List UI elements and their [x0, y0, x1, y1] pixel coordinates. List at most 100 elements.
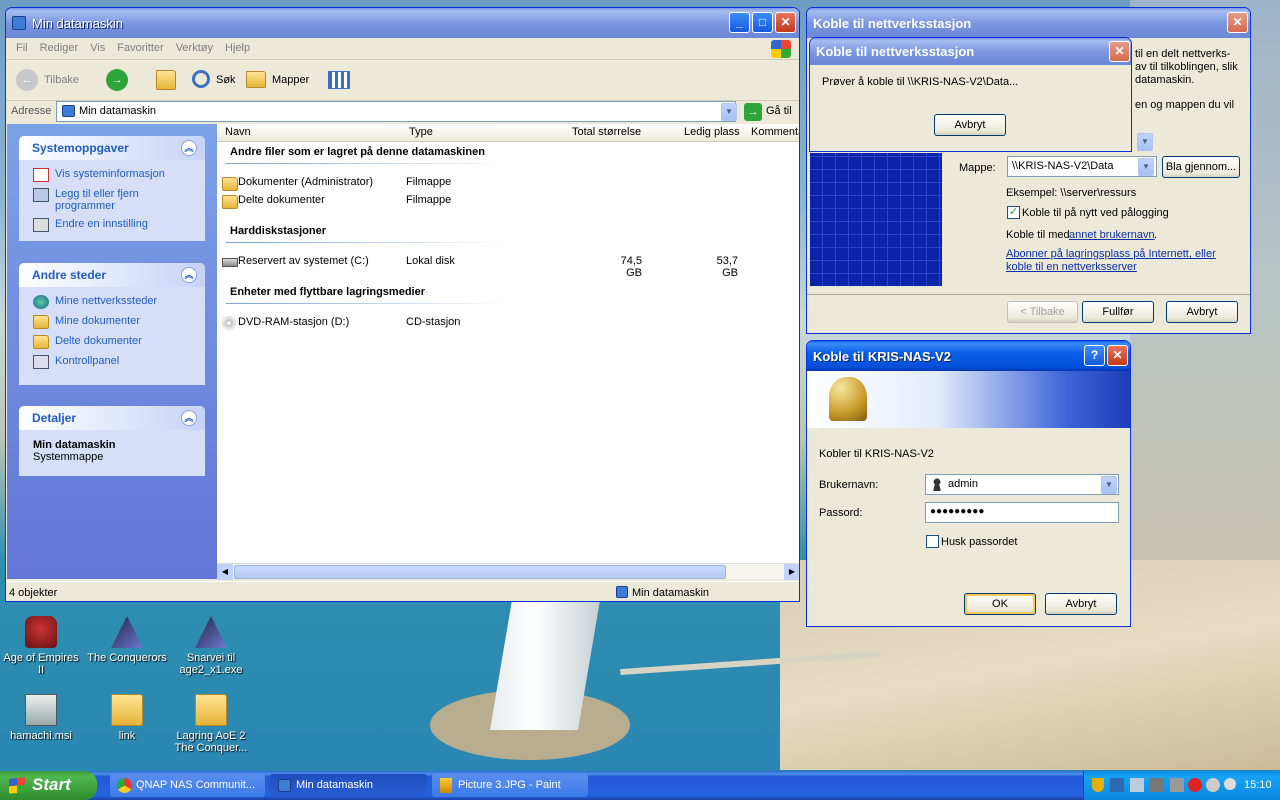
menu-view[interactable]: Vis — [84, 38, 111, 59]
details-header[interactable]: Detaljer ︽ — [19, 406, 205, 430]
scroll-right-arrow-icon[interactable]: ▶ — [784, 564, 799, 580]
search-button-label[interactable]: Søk — [216, 74, 236, 86]
login-cancel-button[interactable]: Avbryt — [1045, 593, 1117, 615]
taskbar-item-paint[interactable]: Picture 3.JPG - Paint — [432, 774, 588, 797]
connecting-text: Kobler til KRIS-NAS-V2 — [819, 448, 934, 460]
drive-dropdown-button[interactable]: ▼ — [1137, 133, 1153, 151]
system-tasks-header[interactable]: Systemoppgaver ︽ — [19, 136, 205, 160]
collapse-chevron-icon[interactable]: ︽ — [181, 410, 197, 426]
wizard-back-button[interactable]: < Tilbake — [1007, 301, 1078, 323]
reconnect-label[interactable]: Koble til på nytt ved pålogging — [1022, 207, 1169, 219]
file-row[interactable]: DVD-RAM-stasjon (D:) CD-stasjon — [222, 316, 792, 332]
go-arrow-icon[interactable]: → — [744, 103, 762, 121]
antivirus-icon[interactable] — [1188, 778, 1202, 792]
go-button-label[interactable]: Gå til — [766, 105, 792, 117]
up-folder-icon[interactable] — [156, 70, 176, 90]
subscribe-storage-link[interactable]: Abonner på lagringsplass på Internett, e… — [1006, 248, 1231, 274]
back-button-label[interactable]: Tilbake — [44, 74, 79, 86]
progress-cancel-button[interactable]: Avbryt — [934, 114, 1006, 136]
speaker-icon[interactable] — [1206, 778, 1220, 792]
ok-button[interactable]: OK — [964, 593, 1036, 615]
column-total-size[interactable]: Total størrelse — [572, 126, 641, 138]
place-network[interactable]: Mine nettverkssteder — [19, 287, 205, 312]
taskbar-item-explorer[interactable]: Min datamaskin — [270, 774, 427, 797]
place-my-documents[interactable]: Mine dokumenter — [19, 312, 205, 332]
desktop-icon-aoe2-saves[interactable]: Lagring AoE 2 The Conquer... — [171, 694, 251, 754]
views-icon[interactable] — [328, 71, 350, 89]
volume-icon[interactable] — [1130, 778, 1144, 792]
usb-icon[interactable] — [1170, 778, 1184, 792]
computer-icon — [62, 105, 75, 117]
file-row[interactable]: Reservert av systemet (C:) Lokal disk 74… — [222, 255, 792, 279]
desktop-icon-aoe2[interactable]: Age of Empires II — [1, 616, 81, 676]
network-icon[interactable] — [1110, 778, 1124, 792]
taskbar-item-browser[interactable]: QNAP NAS Communit... — [110, 774, 265, 797]
wizard-cancel-button[interactable]: Avbryt — [1166, 301, 1238, 323]
address-dropdown-button[interactable]: ▼ — [721, 103, 737, 121]
column-free-space[interactable]: Ledig plass — [684, 126, 740, 138]
maximize-button[interactable]: □ — [752, 12, 773, 33]
task-view-system-info[interactable]: Vis systeminformasjon — [19, 160, 205, 185]
desktop-icon-link[interactable]: link — [87, 694, 167, 742]
address-input[interactable]: Min datamaskin — [56, 101, 736, 122]
forward-arrow-icon[interactable]: → — [106, 69, 128, 91]
start-button[interactable]: Start — [0, 771, 97, 800]
folder-input[interactable]: \\KRIS-NAS-V2\Data — [1007, 156, 1157, 177]
menu-favorites[interactable]: Favoritter — [111, 38, 169, 59]
scroll-left-arrow-icon[interactable]: ◀ — [217, 564, 233, 580]
place-control-panel[interactable]: Kontrollpanel — [19, 352, 205, 372]
hamachi-tray-icon[interactable] — [1150, 778, 1164, 792]
file-row[interactable]: Dokumenter (Administrator) Filmappe — [222, 176, 792, 192]
security-shield-icon[interactable] — [1092, 778, 1104, 792]
browse-button[interactable]: Bla gjennom... — [1162, 156, 1240, 178]
column-comment[interactable]: Kommenta — [751, 126, 799, 138]
folder-dropdown-button[interactable]: ▼ — [1138, 158, 1154, 176]
folders-icon[interactable] — [246, 71, 266, 88]
close-button[interactable]: ✕ — [775, 12, 796, 33]
menu-tools[interactable]: Verktøy — [170, 38, 219, 59]
search-icon[interactable] — [192, 70, 210, 88]
desktop-icon-hamachi[interactable]: hamachi.msi — [1, 694, 81, 742]
username-field[interactable]: admin — [925, 474, 1119, 495]
minimize-button[interactable]: _ — [729, 12, 750, 33]
collapse-chevron-icon[interactable]: ︽ — [181, 267, 197, 283]
other-username-link[interactable]: annet brukernavn — [1069, 229, 1155, 241]
help-button[interactable]: ? — [1084, 345, 1105, 366]
column-name[interactable]: Navn — [225, 126, 251, 138]
close-button[interactable]: ✕ — [1107, 345, 1128, 366]
network-icon — [33, 295, 49, 309]
horizontal-scrollbar[interactable]: ◀ ▶ — [217, 563, 799, 580]
desktop-icon-conquerors[interactable]: The Conquerors — [87, 616, 167, 664]
close-button[interactable]: ✕ — [1109, 41, 1130, 62]
folder-icon — [111, 694, 143, 726]
wizard-finish-button[interactable]: Fullfør — [1082, 301, 1154, 323]
close-button[interactable]: ✕ — [1227, 12, 1248, 33]
username-dropdown-button[interactable]: ▼ — [1101, 476, 1117, 494]
menu-file[interactable]: Fil — [10, 38, 34, 59]
gear-icon[interactable] — [1224, 778, 1236, 790]
task-add-remove-programs[interactable]: Legg til eller fjern programmer — [19, 185, 205, 215]
file-row[interactable]: Delte dokumenter Filmappe — [222, 194, 792, 210]
place-shared-documents[interactable]: Delte dokumenter — [19, 332, 205, 352]
scroll-thumb[interactable] — [234, 565, 726, 579]
desktop-icon-age2-shortcut[interactable]: Snarvei til age2_x1.exe — [171, 616, 251, 676]
password-field[interactable]: ●●●●●●●●● — [925, 502, 1119, 523]
map-drive-titlebar[interactable]: Koble til nettverksstasjon ✕ — [807, 8, 1250, 38]
clock[interactable]: 15:10 — [1244, 779, 1272, 791]
wizard-divider — [807, 294, 1250, 295]
collapse-chevron-icon[interactable]: ︽ — [181, 140, 197, 156]
progress-titlebar[interactable]: Koble til nettverksstasjon ✕ — [810, 38, 1131, 65]
explorer-titlebar[interactable]: Min datamaskin _ □ ✕ — [6, 8, 799, 38]
menu-edit[interactable]: Rediger — [34, 38, 85, 59]
menu-help[interactable]: Hjelp — [219, 38, 256, 59]
remember-password-checkbox[interactable] — [926, 535, 939, 548]
folders-button-label[interactable]: Mapper — [272, 74, 309, 86]
system-tasks-panel: Systemoppgaver ︽ Vis systeminformasjon Le… — [19, 136, 205, 241]
back-arrow-icon[interactable]: ← — [16, 69, 38, 91]
task-change-setting[interactable]: Endre en innstilling — [19, 215, 205, 235]
login-titlebar[interactable]: Koble til KRIS-NAS-V2 ? ✕ — [807, 341, 1130, 371]
remember-password-label[interactable]: Husk passordet — [941, 536, 1017, 548]
other-places-header[interactable]: Andre steder ︽ — [19, 263, 205, 287]
column-type[interactable]: Type — [409, 126, 433, 138]
reconnect-checkbox[interactable]: ✓ — [1007, 206, 1020, 219]
